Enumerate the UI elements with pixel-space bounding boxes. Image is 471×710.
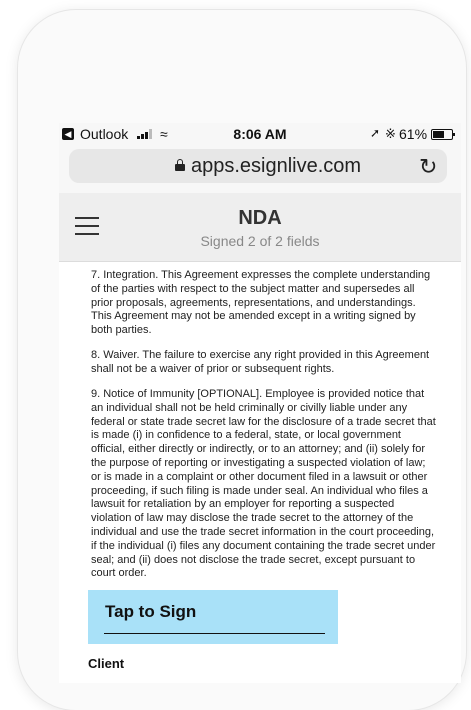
status-bar: ◀ Outlook ≈ 8:06 AM ➚ ※ 61% (59, 123, 461, 145)
signer-label: Client (88, 656, 125, 671)
tap-to-sign-button[interactable]: Tap to Sign (88, 590, 338, 644)
address-bar[interactable]: apps.esignlive.com ↻ (69, 149, 447, 183)
document-body: 7. Integration. This Agreement expresses… (59, 263, 461, 683)
browser-toolbar: apps.esignlive.com ↻ (59, 145, 461, 193)
battery-icon (431, 129, 455, 140)
document-title: NDA (238, 207, 282, 229)
lock-icon (175, 159, 185, 171)
signature-line (104, 633, 325, 634)
tap-to-sign-label: Tap to Sign (105, 602, 197, 621)
url-text[interactable]: apps.esignlive.com (191, 155, 361, 178)
battery-fill (433, 131, 444, 138)
phone-screen: ◀ Outlook ≈ 8:06 AM ➚ ※ 61% apps.esignli… (59, 123, 461, 683)
document-header: NDA Signed 2 of 2 fields (59, 193, 461, 262)
paragraph-waiver: 8. Waiver. The failure to exercise any r… (91, 349, 430, 375)
reload-icon[interactable]: ↻ (419, 154, 437, 180)
location-arrow-icon: ➚ (370, 126, 381, 140)
paragraph-integration: 7. Integration. This Agreement expresses… (91, 269, 431, 337)
bluetooth-icon: ※ (385, 126, 396, 141)
signing-progress: Signed 2 of 2 fields (200, 233, 320, 249)
paragraph-notice-of-immunity: 9. Notice of Immunity [OPTIONAL]. Employ… (91, 388, 436, 580)
battery-percent: 61% (399, 126, 428, 142)
phone-frame: ◀ Outlook ≈ 8:06 AM ➚ ※ 61% apps.esignli… (18, 10, 466, 710)
